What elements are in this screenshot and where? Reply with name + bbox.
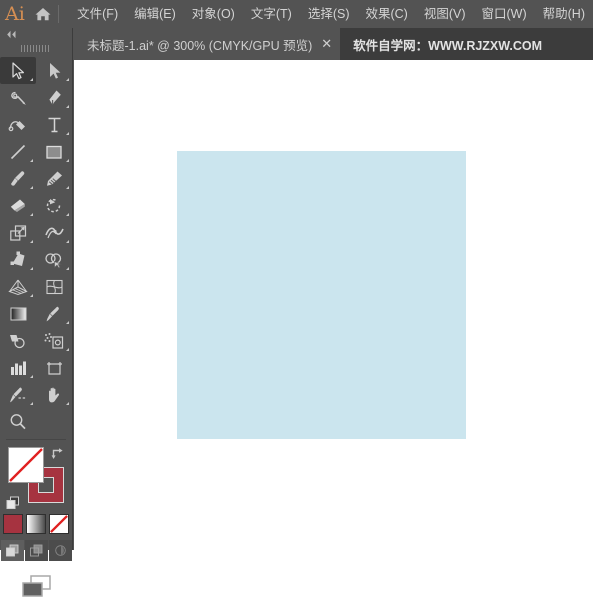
default-fill-stroke-icon[interactable] (6, 496, 20, 510)
paintbrush-tool[interactable] (0, 165, 36, 192)
ai-logo: Ai (4, 3, 25, 25)
slice-tool[interactable] (0, 381, 36, 408)
tool-flyout-indicator (66, 402, 69, 405)
tool-flyout-indicator (30, 159, 33, 162)
draw-normal-button[interactable] (0, 540, 24, 561)
tools-panel (0, 28, 73, 597)
screen-mode-button[interactable] (0, 573, 72, 599)
tool-flyout-indicator (66, 159, 69, 162)
rectangle-tool[interactable] (36, 138, 72, 165)
perspective-grid-tool[interactable] (0, 273, 36, 300)
scale-tool[interactable] (0, 219, 36, 246)
eraser-tool[interactable] (0, 192, 36, 219)
shaper-tool[interactable] (36, 165, 72, 192)
type-tool[interactable] (36, 111, 72, 138)
promo-label: 软件自学网：WWW.RJZXW.COM (353, 38, 543, 53)
tool-flyout-indicator (66, 321, 69, 324)
tool-grid-empty-cell (36, 408, 72, 435)
document-tab[interactable]: 未标题-1.ai* @ 300% (CMYK/GPU 预览) ✕ (75, 28, 342, 60)
none-mode-button[interactable] (49, 514, 69, 534)
width-tool[interactable] (36, 219, 72, 246)
tool-flyout-indicator (30, 186, 33, 189)
panel-drag-handle[interactable] (0, 41, 72, 55)
tool-flyout-indicator (30, 213, 33, 216)
blend-tool[interactable] (0, 327, 36, 354)
document-tab-label: 未标题-1.ai* @ 300% (CMYK/GPU 预览) (87, 38, 313, 53)
collapse-panel-button[interactable] (0, 28, 72, 41)
artboard-rectangle[interactable] (177, 151, 466, 439)
pen-tool[interactable] (36, 84, 72, 111)
free-transform-tool[interactable] (0, 246, 36, 273)
tool-flyout-indicator (66, 186, 69, 189)
canvas-area[interactable] (74, 60, 593, 550)
illustrator-window: Ai 文件(F) 编辑(E) 对象(O) 文字(T) 选择(S) 效果(C) 视… (0, 0, 593, 597)
menu-effect[interactable]: 效果(C) (357, 2, 415, 26)
document-tab-bar: 未标题-1.ai* @ 300% (CMYK/GPU 预览) ✕ 软件自学网：W… (0, 28, 593, 60)
tool-flyout-indicator (30, 375, 33, 378)
shape-builder-tool[interactable] (36, 246, 72, 273)
direct-selection-tool[interactable] (36, 57, 72, 84)
menu-window[interactable]: 窗口(W) (474, 2, 535, 26)
close-icon[interactable]: ✕ (321, 37, 332, 50)
color-controls (0, 444, 72, 512)
menu-view[interactable]: 视图(V) (416, 2, 474, 26)
eyedropper-tool[interactable] (36, 300, 72, 327)
tool-flyout-indicator (66, 105, 69, 108)
menu-file[interactable]: 文件(F) (69, 2, 126, 26)
hand-tool[interactable] (36, 381, 72, 408)
tool-flyout-indicator (30, 402, 33, 405)
menu-item-list: 文件(F) 编辑(E) 对象(O) 文字(T) 选择(S) 效果(C) 视图(V… (69, 0, 593, 28)
gradient-tool[interactable] (0, 300, 36, 327)
none-slash-icon (9, 448, 43, 482)
gradient-mode-button[interactable] (26, 514, 46, 534)
mesh-tool[interactable] (36, 273, 72, 300)
menu-type[interactable]: 文字(T) (243, 2, 300, 26)
tool-flyout-indicator (66, 132, 69, 135)
grip-dots-icon (21, 44, 51, 52)
line-segment-tool[interactable] (0, 138, 36, 165)
menu-edit[interactable]: 编辑(E) (126, 2, 184, 26)
tool-flyout-indicator (30, 78, 33, 81)
selection-tool[interactable] (0, 57, 36, 84)
tool-flyout-indicator (66, 213, 69, 216)
tool-flyout-indicator (30, 267, 33, 270)
menu-help[interactable]: 帮助(H) (535, 2, 593, 26)
tool-grid (0, 55, 72, 435)
fill-swatch[interactable] (8, 447, 44, 483)
menu-divider (58, 5, 60, 23)
tool-flyout-indicator (66, 78, 69, 81)
tool-flyout-indicator (66, 348, 69, 351)
tool-flyout-indicator (66, 267, 69, 270)
tool-flyout-indicator (30, 294, 33, 297)
draw-inside-button[interactable] (48, 540, 72, 561)
curvature-tool[interactable] (0, 111, 36, 138)
column-graph-tool[interactable] (0, 354, 36, 381)
menu-bar: Ai 文件(F) 编辑(E) 对象(O) 文字(T) 选择(S) 效果(C) 视… (0, 0, 593, 28)
menu-select[interactable]: 选择(S) (300, 2, 358, 26)
swap-fill-stroke-icon[interactable] (50, 446, 64, 460)
zoom-tool[interactable] (0, 408, 36, 435)
menu-object[interactable]: 对象(O) (184, 2, 243, 26)
paint-mode-buttons (0, 514, 72, 534)
tool-flyout-indicator (66, 240, 69, 243)
home-icon[interactable] (30, 0, 57, 28)
toolbar-divider (6, 439, 66, 440)
none-slash-icon (50, 515, 68, 533)
draw-mode-buttons (0, 540, 72, 561)
magic-wand-tool[interactable] (0, 84, 36, 111)
draw-behind-button[interactable] (24, 540, 48, 561)
color-mode-button[interactable] (3, 514, 23, 534)
promo-banner: 软件自学网：WWW.RJZXW.COM (341, 28, 593, 60)
rotate-tool[interactable] (36, 192, 72, 219)
symbol-sprayer-tool[interactable] (36, 327, 72, 354)
tool-flyout-indicator (30, 240, 33, 243)
artboard-tool[interactable] (36, 354, 72, 381)
